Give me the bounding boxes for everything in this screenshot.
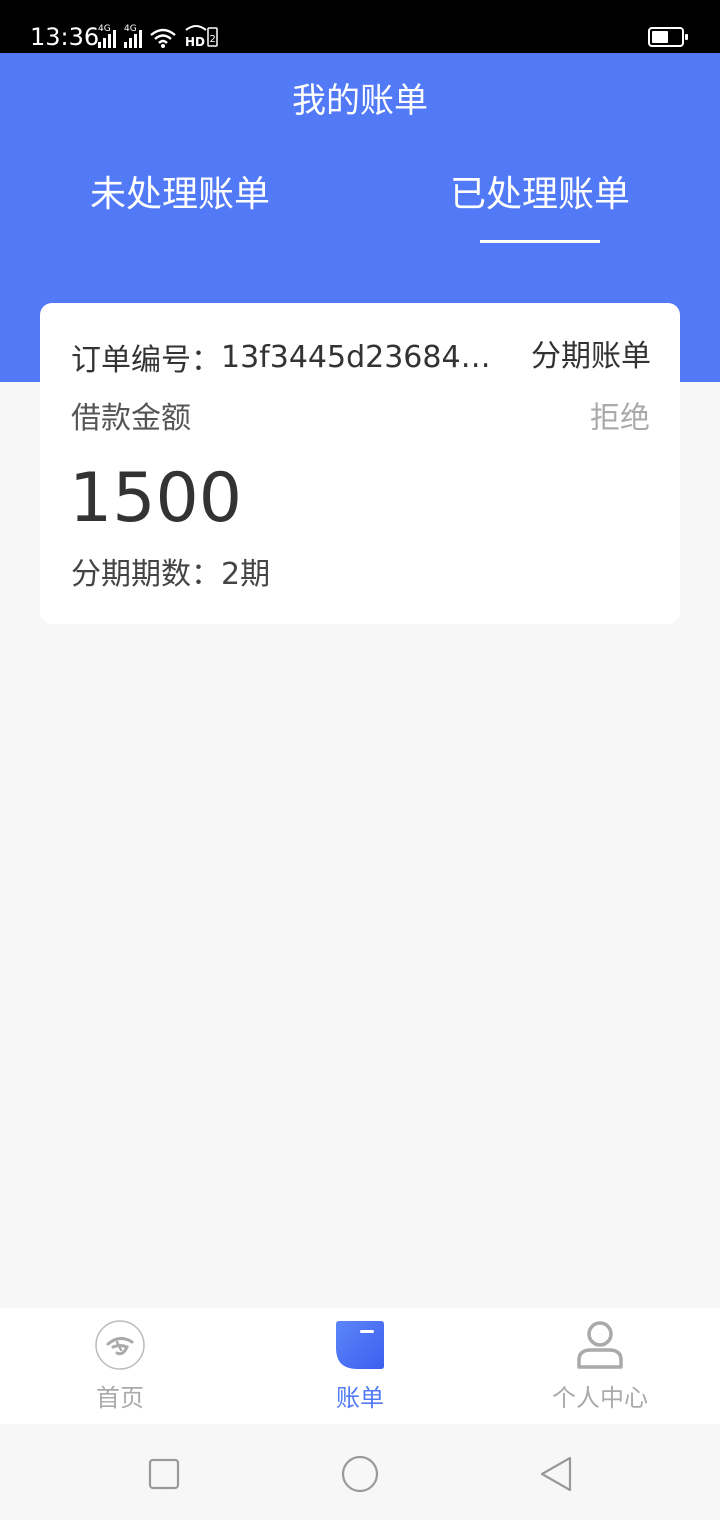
bill-card[interactable]: 订单编号： 13f3445d23684381 分期账单 借款金额 拒绝 1500… <box>40 303 680 624</box>
network-type-label-2: 4G <box>124 24 137 34</box>
bill-icon <box>336 1321 384 1369</box>
status-bar: 13:36 4G 4G HD 2 <box>0 0 720 53</box>
back-triangle-icon[interactable] <box>536 1454 576 1494</box>
nav-label-bill: 账单 <box>336 1384 384 1412</box>
battery-icon <box>648 27 688 47</box>
network-type-label: 4G <box>98 24 111 34</box>
hd-call-icon: HD 2 <box>185 25 218 48</box>
home-circle-icon[interactable] <box>340 1454 380 1494</box>
hd-label: HD <box>185 35 205 48</box>
active-tab-indicator <box>480 240 600 243</box>
person-icon <box>577 1321 623 1369</box>
recent-apps-icon[interactable] <box>144 1454 184 1494</box>
tab-processed-bills[interactable]: 已处理账单 <box>410 171 670 219</box>
nav-label-home: 首页 <box>96 1384 144 1412</box>
screen: 13:36 4G 4G HD 2 我的账单 未处理账单 已处理账单 订单编号： … <box>0 0 720 1520</box>
nav-item-bill[interactable]: 账单 <box>240 1308 480 1424</box>
nav-item-home[interactable]: 首页 <box>0 1308 240 1424</box>
nav-label-profile: 个人中心 <box>552 1384 648 1412</box>
page-title: 我的账单 <box>292 81 428 121</box>
loan-amount-value: 1500 <box>69 459 243 538</box>
bottom-tab-bar: 首页 账单 个人中心 <box>0 1308 720 1424</box>
loan-amount-label: 借款金额 <box>71 401 191 436</box>
tab-unprocessed-bills[interactable]: 未处理账单 <box>50 171 310 219</box>
nav-item-profile[interactable]: 个人中心 <box>480 1308 720 1424</box>
order-number: 13f3445d23684381 <box>221 339 509 375</box>
status-icons: 4G 4G HD 2 <box>98 24 218 48</box>
bill-type-label: 分期账单 <box>531 339 651 374</box>
hd-sub-label: 2 <box>210 34 216 45</box>
status-time: 13:36 <box>30 23 100 51</box>
signal-icon-2: 4G <box>124 24 142 48</box>
wifi-icon <box>150 28 176 48</box>
home-icon <box>95 1320 145 1370</box>
status-badge: 拒绝 <box>590 401 650 436</box>
signal-icon: 4G <box>98 24 116 48</box>
installment-count: 分期期数：2期 <box>71 557 271 592</box>
order-row: 订单编号： 13f3445d23684381 分期账单 <box>71 337 651 378</box>
system-navigation-bar <box>0 1424 720 1520</box>
order-number-label: 订单编号： <box>71 343 221 378</box>
